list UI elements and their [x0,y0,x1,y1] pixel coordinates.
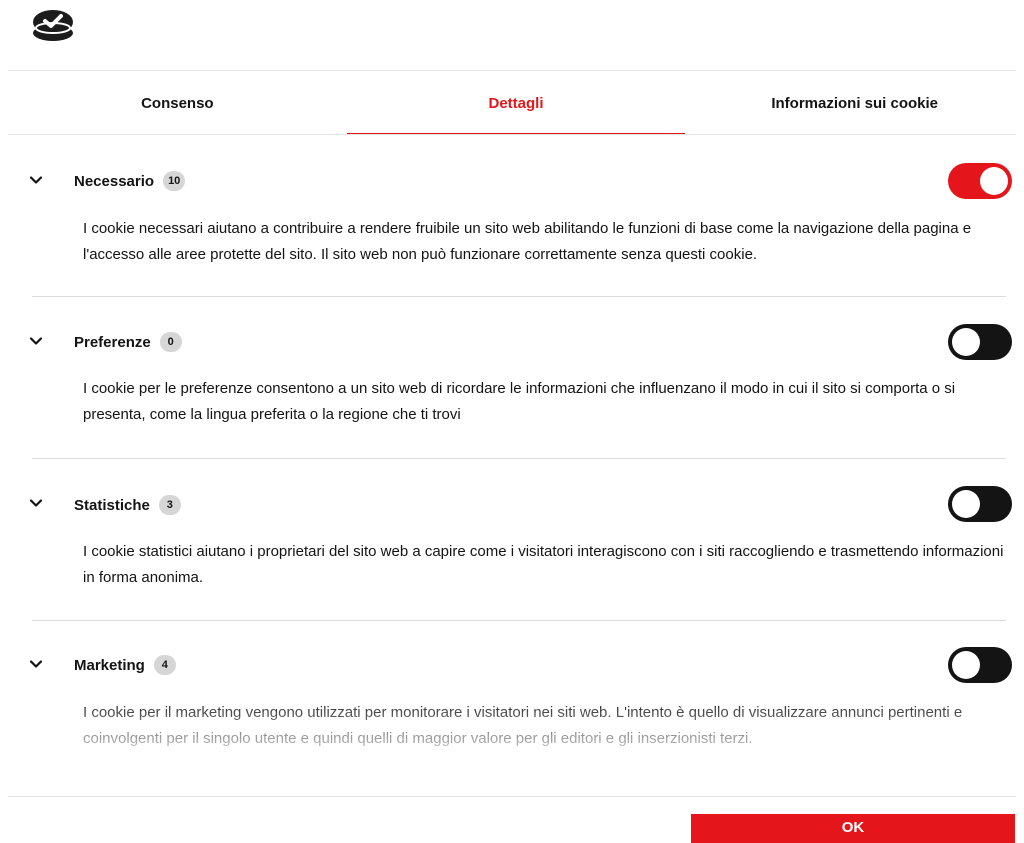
toggle-marketing[interactable] [948,647,1012,683]
category-header[interactable]: Marketing 4 [74,655,176,675]
section-divider [32,296,1006,297]
toggle-preferenze[interactable] [948,324,1012,360]
tab-informazioni-sui-cookie[interactable]: Informazioni sui cookie [685,72,1024,134]
category-header[interactable]: Preferenze 0 [74,332,182,352]
toggle-knob [952,490,980,518]
cookie-categories-panel[interactable]: Necessario 10 I cookie necessari aiutano… [0,135,1024,795]
section-divider [32,458,1006,459]
toggle-knob [952,328,980,356]
category-title: Preferenze [74,333,151,351]
chevron-down-icon[interactable] [28,333,44,349]
tab-dettagli[interactable]: Dettagli [346,72,686,135]
category-header[interactable]: Statistiche 3 [74,495,181,515]
category-title: Necessario [74,172,155,190]
category-description: I cookie statistici aiutano i proprietar… [83,543,1004,586]
chevron-down-icon[interactable] [28,656,44,672]
chevron-down-icon[interactable] [28,172,44,188]
cookie-count-badge: 0 [159,332,182,352]
section-divider [32,620,1006,621]
cookie-count-badge: 10 [163,171,186,191]
category-title: Marketing [74,656,145,674]
ok-button[interactable]: OK [691,814,1015,843]
category-title: Statistiche [74,496,150,514]
toggle-knob [952,651,980,679]
toggle-knob [980,167,1008,195]
category-description: I cookie per il marketing vengono utiliz… [83,704,963,747]
cookie-check-logo-icon [33,10,73,41]
header-divider [8,70,1016,71]
tab-bar: Consenso Dettagli Informazioni sui cooki… [8,72,1024,135]
tab-consenso[interactable]: Consenso [8,72,347,134]
cookie-count-badge: 4 [153,655,176,675]
chevron-down-icon[interactable] [28,495,44,511]
footer-divider [8,796,1016,797]
toggle-necessario[interactable] [948,163,1012,199]
cookie-count-badge: 3 [158,495,181,515]
category-header[interactable]: Necessario 10 [74,171,186,191]
category-description: I cookie necessari aiutano a contribuire… [83,220,972,263]
toggle-statistiche[interactable] [948,486,1012,522]
category-description: I cookie per le preferenze consentono a … [83,380,956,423]
